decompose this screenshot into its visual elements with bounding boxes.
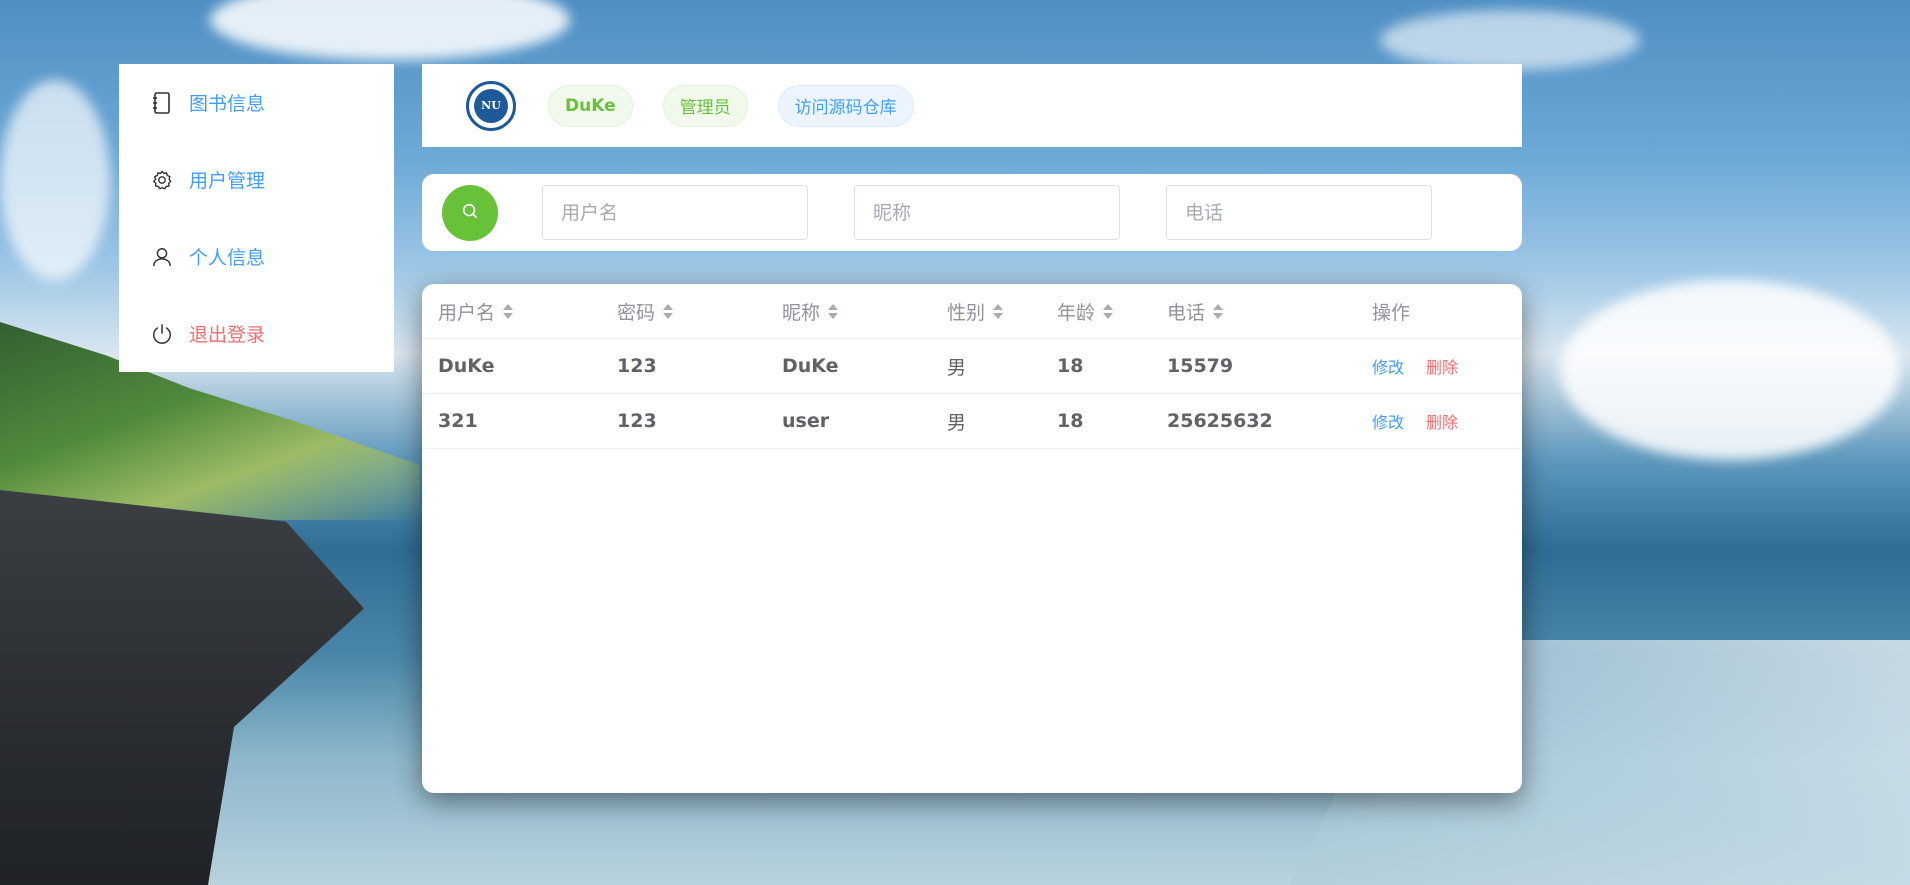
search-button[interactable] — [442, 184, 498, 241]
sidebar-item-label: 图书信息 — [189, 93, 266, 115]
background-cloud — [0, 80, 110, 280]
sidebar-item-books[interactable]: 图书信息 — [119, 64, 394, 141]
username-search-input[interactable] — [542, 185, 808, 240]
sort-caret-icon[interactable] — [503, 303, 514, 319]
background-cloud — [1380, 10, 1640, 70]
user-table: 用户名 密码 昵称 性别 年龄 电话 操作 DuKe 123 DuKe 男 18… — [422, 284, 1522, 793]
column-header-label: 用户名 — [438, 301, 496, 324]
column-header-actions: 操作 — [1372, 301, 1411, 324]
sort-caret-icon[interactable] — [993, 303, 1004, 319]
sidebar-item-profile[interactable]: 个人信息 — [119, 218, 394, 295]
notebook-icon — [151, 91, 173, 114]
cell-age: 18 — [1057, 355, 1084, 377]
cell-nickname: DuKe — [782, 355, 839, 377]
column-header-label: 电话 — [1167, 301, 1206, 324]
cell-phone: 25625632 — [1167, 410, 1273, 432]
cell-username: 321 — [438, 410, 478, 432]
column-header-nickname[interactable]: 昵称 — [782, 298, 839, 325]
user-icon — [151, 246, 173, 268]
column-header-label: 性别 — [947, 301, 986, 324]
cell-actions: 修改 删除 — [1372, 354, 1480, 378]
source-repo-link[interactable]: 访问源码仓库 — [777, 84, 914, 127]
cell-nickname: user — [782, 410, 830, 432]
column-header-username[interactable]: 用户名 — [438, 298, 514, 325]
cell-phone: 15579 — [1167, 355, 1234, 377]
edit-button[interactable]: 修改 — [1372, 409, 1404, 433]
gear-icon — [151, 169, 173, 191]
nickname-search-input[interactable] — [854, 185, 1120, 240]
cell-username: DuKe — [438, 355, 495, 377]
table-row: 321 123 user 男 18 25625632 修改 删除 — [422, 394, 1522, 449]
column-header-label: 昵称 — [782, 301, 821, 324]
column-header-label: 年龄 — [1057, 301, 1096, 324]
sidebar-item-user-management[interactable]: 用户管理 — [119, 141, 394, 218]
sort-caret-icon[interactable] — [663, 303, 674, 319]
edit-button[interactable]: 修改 — [1372, 354, 1404, 378]
column-header-password[interactable]: 密码 — [617, 298, 674, 325]
search-bar — [422, 174, 1522, 251]
sidebar-item-label: 退出登录 — [189, 324, 266, 346]
table-header-row: 用户名 密码 昵称 性别 年龄 电话 操作 — [422, 284, 1522, 339]
username-tag: DuKe — [548, 84, 633, 127]
cell-password: 123 — [617, 410, 657, 432]
power-icon — [151, 323, 173, 345]
background-cloud — [210, 0, 570, 60]
cell-gender: 男 — [947, 411, 967, 434]
cell-password: 123 — [617, 355, 657, 377]
sidebar-item-label: 用户管理 — [189, 170, 266, 192]
cell-gender: 男 — [947, 356, 967, 379]
background-cloud — [1560, 280, 1900, 460]
search-icon — [461, 202, 479, 224]
sidebar-item-logout[interactable]: 退出登录 — [119, 295, 394, 372]
phone-search-input[interactable] — [1166, 185, 1432, 240]
role-tag: 管理员 — [662, 84, 748, 127]
column-header-label: 密码 — [617, 301, 656, 324]
delete-button[interactable]: 删除 — [1426, 409, 1458, 433]
column-header-age[interactable]: 年龄 — [1057, 298, 1114, 325]
top-header: NU DuKe 管理员 访问源码仓库 — [422, 64, 1522, 147]
table-row: DuKe 123 DuKe 男 18 15579 修改 删除 — [422, 339, 1522, 394]
sort-caret-icon[interactable] — [828, 303, 839, 319]
delete-button[interactable]: 删除 — [1426, 354, 1458, 378]
sidebar-item-label: 个人信息 — [189, 247, 266, 269]
column-header-phone[interactable]: 电话 — [1167, 298, 1224, 325]
university-logo: NU — [466, 80, 516, 131]
cell-age: 18 — [1057, 410, 1084, 432]
sort-caret-icon[interactable] — [1213, 303, 1224, 319]
sort-caret-icon[interactable] — [1103, 303, 1114, 319]
logo-emblem: NU — [474, 88, 508, 123]
column-header-gender[interactable]: 性别 — [947, 298, 1004, 325]
table-body: DuKe 123 DuKe 男 18 15579 修改 删除 321 123 u… — [422, 339, 1522, 449]
sidebar-menu: 图书信息 用户管理 个人信息 退出登录 — [119, 64, 394, 372]
cell-actions: 修改 删除 — [1372, 409, 1480, 433]
